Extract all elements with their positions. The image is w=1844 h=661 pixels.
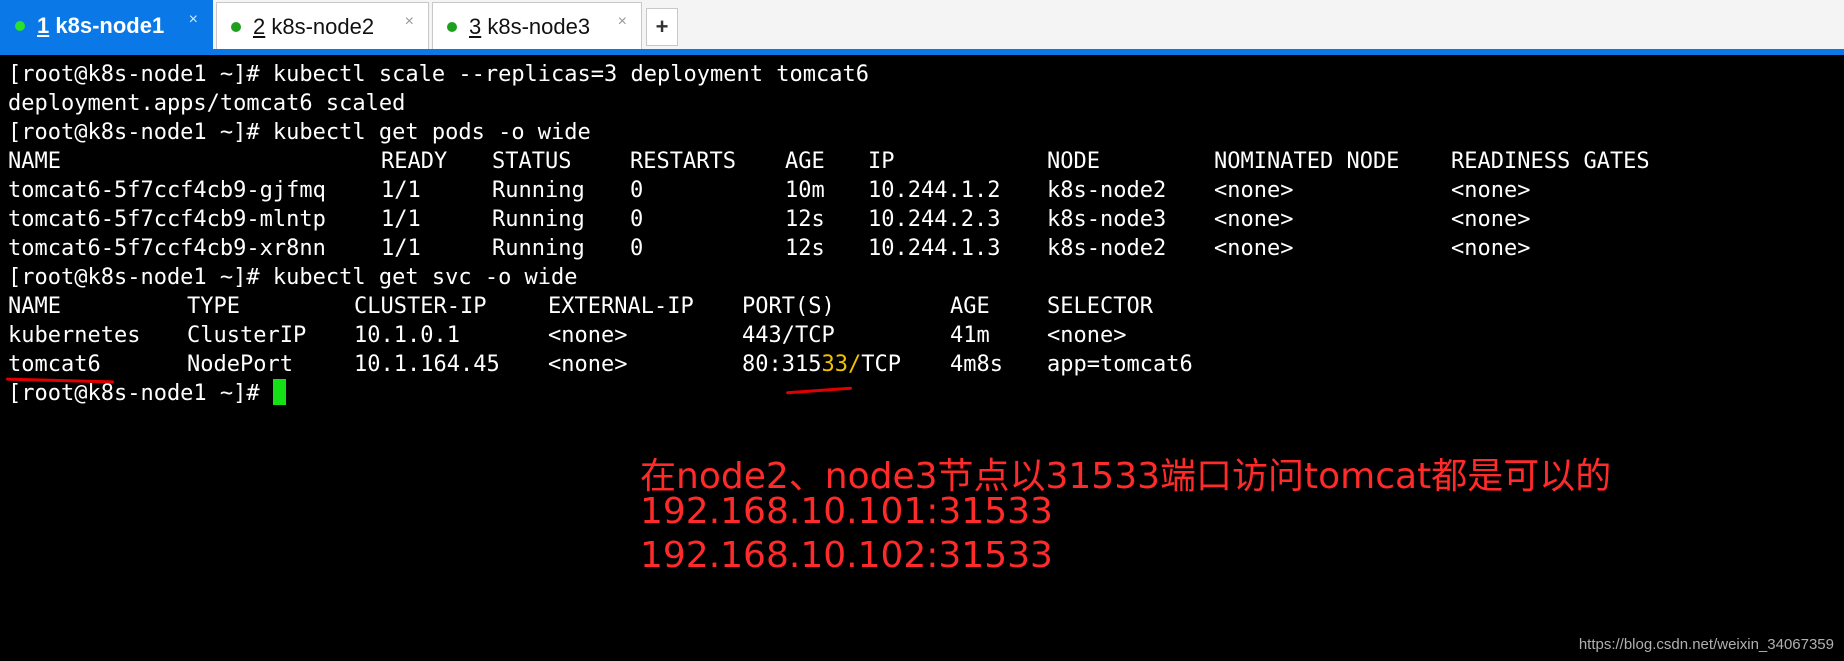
svc-col-selector: SELECTOR	[1047, 294, 1153, 319]
close-icon[interactable]: ×	[405, 13, 414, 31]
svc-age: 4m8s	[950, 352, 1003, 377]
underline-mark	[785, 386, 853, 395]
svc-selector: <none>	[1047, 323, 1127, 348]
pods-col-node: NODE	[1047, 149, 1100, 174]
terminal-output[interactable]: [root@k8s-node1 ~]# kubectl scale --repl…	[0, 55, 1844, 661]
pod-ip: 10.244.2.3	[868, 207, 1001, 232]
table-row: tomcat6 NodePort 10.1.164.45 <none> 80:3…	[8, 350, 1808, 379]
svc-type: NodePort	[187, 352, 293, 377]
pod-node: k8s-node2	[1047, 178, 1167, 203]
tab-k8s-node1[interactable]: 1 k8s-node1 ×	[0, 0, 213, 50]
connection-status-icon	[15, 20, 25, 31]
pod-ready: 1/1	[381, 207, 421, 232]
pod-age: 10m	[785, 178, 825, 203]
svc-col-external-ip: EXTERNAL-IP	[548, 294, 694, 319]
pod-ip: 10.244.1.2	[868, 178, 1001, 203]
svc-col-cluster-ip: CLUSTER-IP	[354, 294, 487, 319]
pods-col-age: AGE	[785, 149, 825, 174]
tab-label: 1 k8s-node1	[37, 12, 165, 38]
svc-ports: 443/TCP	[742, 323, 835, 348]
connection-status-icon	[447, 21, 457, 32]
pod-age: 12s	[785, 207, 825, 232]
svc-age: 41m	[950, 323, 990, 348]
pod-restarts: 0	[630, 178, 644, 203]
pods-col-readiness-gates: READINESS GATES	[1451, 149, 1650, 174]
pod-node: k8s-node3	[1047, 207, 1167, 232]
pod-name: tomcat6-5f7ccf4cb9-xr8nn	[8, 236, 326, 261]
table-row: tomcat6-5f7ccf4cb9-mlntp 1/1 Running 0 1…	[8, 205, 1808, 234]
tab-bar: 1 k8s-node1 × 2 k8s-node2 × 3 k8s-node3 …	[0, 0, 1844, 50]
table-row: tomcat6-5f7ccf4cb9-xr8nn 1/1 Running 0 1…	[8, 234, 1808, 263]
pod-name: tomcat6-5f7ccf4cb9-gjfmq	[8, 178, 326, 203]
svc-table-header: NAME TYPE CLUSTER-IP EXTERNAL-IP PORT(S)…	[8, 292, 1808, 321]
svc-cluster-ip: 10.1.164.45	[354, 352, 500, 377]
tab-label: 3 k8s-node3	[469, 13, 591, 39]
svc-col-type: TYPE	[187, 294, 240, 319]
pod-restarts: 0	[630, 207, 644, 232]
pod-status: Running	[492, 178, 585, 203]
tab-label: 2 k8s-node2	[253, 13, 375, 39]
pods-table-header: NAME READY STATUS RESTARTS AGE IP NODE N…	[8, 147, 1808, 176]
pod-ready: 1/1	[381, 236, 421, 261]
pod-restarts: 0	[630, 236, 644, 261]
connection-status-icon	[231, 21, 241, 32]
annotation-line: 192.168.10.101:31533	[640, 491, 1053, 532]
svc-external-ip: <none>	[548, 352, 628, 377]
svc-col-name: NAME	[8, 294, 61, 319]
svc-ports: 80:31533/TCP	[742, 352, 901, 377]
tab-k8s-node2[interactable]: 2 k8s-node2 ×	[216, 2, 429, 50]
pod-readiness-gates: <none>	[1451, 236, 1531, 261]
prompt-line[interactable]: [root@k8s-node1 ~]#	[8, 379, 286, 408]
close-icon[interactable]: ×	[618, 13, 627, 31]
new-tab-button[interactable]: +	[646, 8, 678, 46]
svc-external-ip: <none>	[548, 323, 628, 348]
svc-cluster-ip: 10.1.0.1	[354, 323, 460, 348]
pod-status: Running	[492, 236, 585, 261]
output-line: deployment.apps/tomcat6 scaled	[8, 91, 406, 116]
pod-nominated-node: <none>	[1214, 236, 1294, 261]
table-row: tomcat6-5f7ccf4cb9-gjfmq 1/1 Running 0 1…	[8, 176, 1808, 205]
pod-ready: 1/1	[381, 178, 421, 203]
command-line: [root@k8s-node1 ~]# kubectl get pods -o …	[8, 120, 591, 145]
command-line: [root@k8s-node1 ~]# kubectl scale --repl…	[8, 62, 869, 87]
pod-readiness-gates: <none>	[1451, 207, 1531, 232]
table-row: kubernetes ClusterIP 10.1.0.1 <none> 443…	[8, 321, 1808, 350]
tab-k8s-node3[interactable]: 3 k8s-node3 ×	[432, 2, 642, 50]
pods-col-name: NAME	[8, 149, 61, 174]
pod-readiness-gates: <none>	[1451, 178, 1531, 203]
svc-name: kubernetes	[8, 323, 141, 348]
close-icon[interactable]: ×	[189, 11, 198, 29]
pod-name: tomcat6-5f7ccf4cb9-mlntp	[8, 207, 326, 232]
pod-nominated-node: <none>	[1214, 207, 1294, 232]
annotation-line: 192.168.10.102:31533	[640, 535, 1053, 576]
pod-node: k8s-node2	[1047, 236, 1167, 261]
pod-age: 12s	[785, 236, 825, 261]
svc-col-ports: PORT(S)	[742, 294, 835, 319]
pods-col-restarts: RESTARTS	[630, 149, 736, 174]
command-line: [root@k8s-node1 ~]# kubectl get svc -o w…	[8, 265, 578, 290]
terminal-window: 1 k8s-node1 × 2 k8s-node2 × 3 k8s-node3 …	[0, 0, 1844, 661]
pod-ip: 10.244.1.3	[868, 236, 1001, 261]
pods-col-nominated-node: NOMINATED NODE	[1214, 149, 1400, 174]
svc-name: tomcat6	[8, 352, 101, 377]
pod-status: Running	[492, 207, 585, 232]
svc-col-age: AGE	[950, 294, 990, 319]
pod-nominated-node: <none>	[1214, 178, 1294, 203]
watermark: https://blog.csdn.net/weixin_34067359	[1578, 636, 1834, 653]
pods-col-ip: IP	[868, 149, 895, 174]
pods-col-ready: READY	[381, 149, 448, 174]
pods-col-status: STATUS	[492, 149, 572, 174]
cursor	[272, 379, 286, 405]
svc-type: ClusterIP	[187, 323, 307, 348]
svc-selector: app=tomcat6	[1047, 352, 1193, 377]
